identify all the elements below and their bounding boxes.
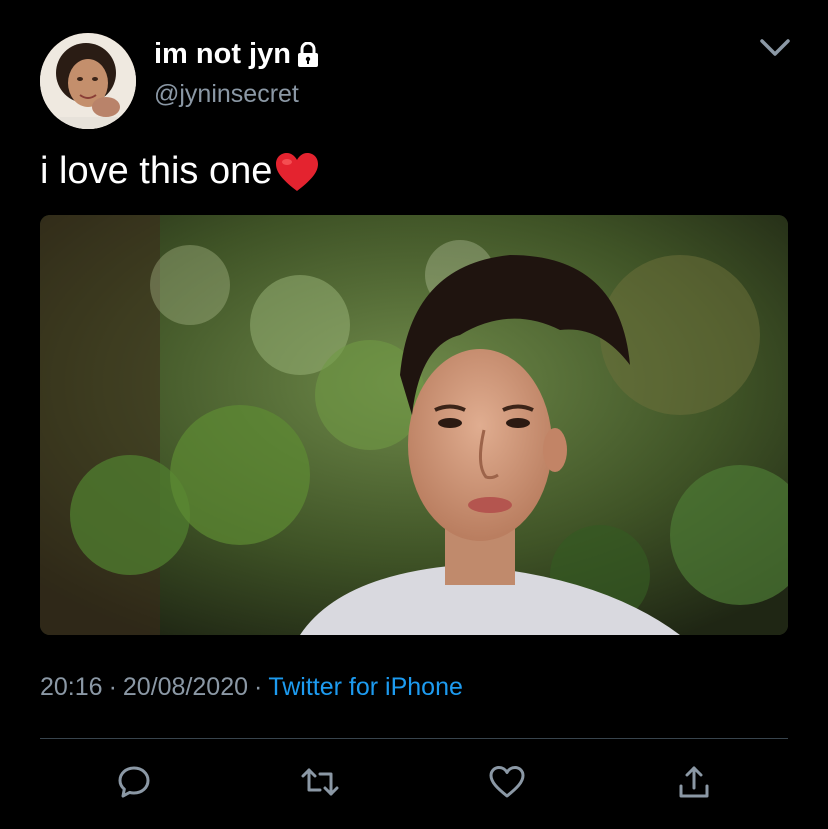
lock-icon [297, 41, 319, 68]
photo-boy-in-forest [40, 215, 788, 635]
tweet-media-image[interactable] [40, 215, 788, 635]
user-handle[interactable]: @jyninsecret [154, 80, 299, 109]
meta-separator: · [108, 673, 117, 701]
tweet-text-content: i love this one [40, 150, 273, 192]
meta-separator: · [254, 673, 263, 701]
avatar[interactable] [40, 33, 136, 129]
tweet-text: i love this one [40, 150, 320, 193]
like-icon[interactable] [487, 762, 527, 802]
chevron-down-icon[interactable] [758, 35, 792, 59]
tweet-source-link[interactable]: Twitter for iPhone [268, 673, 463, 701]
red-heart-emoji [274, 151, 320, 193]
reply-icon[interactable] [114, 762, 154, 802]
share-icon[interactable] [674, 762, 714, 802]
retweet-icon[interactable] [300, 762, 340, 802]
display-name-text: im not jyn [154, 38, 291, 70]
display-name[interactable]: im not jyn [154, 38, 319, 71]
tweet-meta: 20:16 · 20/08/2020 · Twitter for iPhone [40, 673, 463, 702]
avatar-image [40, 33, 136, 129]
tweet-date: 20/08/2020 [122, 673, 249, 701]
tweet-time: 20:16 [40, 673, 103, 701]
divider [40, 738, 788, 739]
